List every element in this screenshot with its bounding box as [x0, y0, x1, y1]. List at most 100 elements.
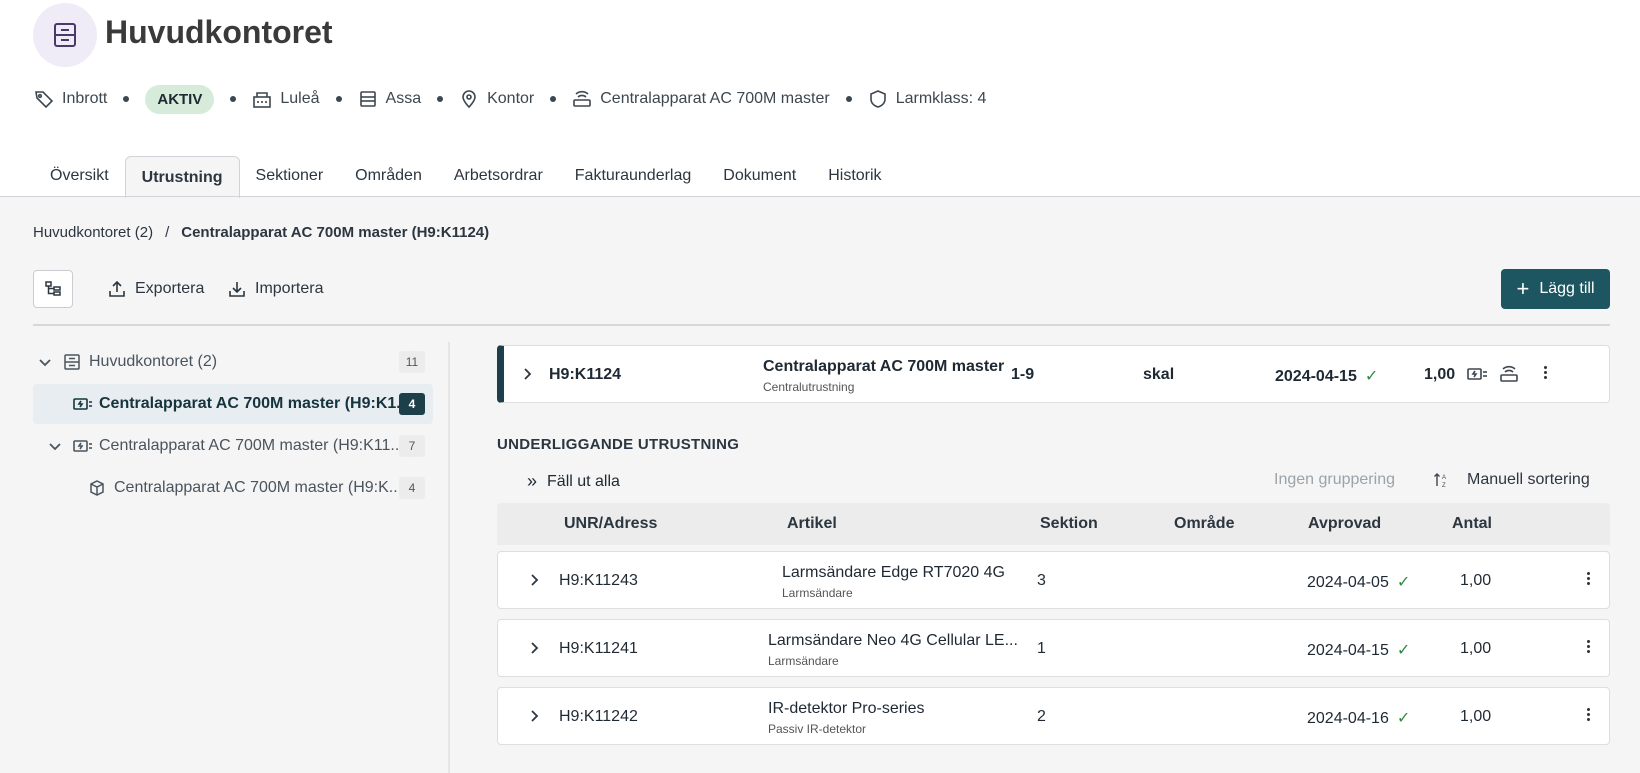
- tree-count: 11: [399, 351, 425, 373]
- tab-historik[interactable]: Historik: [812, 155, 897, 197]
- row-section: 3: [1037, 572, 1046, 589]
- tab-dokument[interactable]: Dokument: [707, 155, 812, 197]
- check-icon: ✓: [1396, 710, 1411, 727]
- column-approved[interactable]: Avprovad: [1308, 515, 1381, 533]
- tree-count: 7: [399, 435, 425, 457]
- column-section[interactable]: Sektion: [1040, 515, 1098, 533]
- status-badge: AKTIV: [145, 84, 215, 114]
- master-section: 1-9: [1011, 366, 1035, 383]
- master-area: skal: [1143, 366, 1175, 383]
- cabinet-icon: [64, 354, 80, 370]
- import-icon: [229, 282, 245, 297]
- chevron-right-icon[interactable]: [527, 573, 541, 587]
- import-button[interactable]: Importera: [227, 279, 323, 299]
- tree-node-site[interactable]: Huvudkontoret (2) 11: [33, 342, 433, 382]
- router-icon: [1500, 365, 1518, 382]
- expand-all-button[interactable]: » Fäll ut alla: [527, 471, 620, 492]
- row-unr: H9:K11243: [559, 572, 638, 589]
- table-header: UNR/Adress Artikel Sektion Område Avprov…: [497, 503, 1610, 545]
- cabinet-icon: [33, 3, 97, 67]
- add-button[interactable]: + Lägg till: [1501, 269, 1610, 309]
- more-menu-icon[interactable]: [1587, 706, 1591, 723]
- tab-arbetsordrar[interactable]: Arbetsordrar: [438, 155, 559, 197]
- chevron-down-icon[interactable]: [37, 354, 53, 370]
- row-unr: H9:K11241: [559, 640, 638, 657]
- server-icon: [359, 91, 376, 107]
- table-row[interactable]: H9:K11242 IR-detektor Pro-series Passiv …: [497, 687, 1610, 745]
- tab-sektioner[interactable]: Sektioner: [240, 155, 340, 197]
- shield-icon: [869, 90, 886, 108]
- chevron-right-icon[interactable]: [527, 641, 541, 655]
- tree-count: 4: [399, 477, 425, 499]
- more-menu-icon[interactable]: [1587, 570, 1591, 587]
- check-icon: ✓: [1396, 642, 1411, 659]
- row-article-type: Larmsändare: [768, 654, 839, 668]
- meta-location-type: Kontor: [459, 89, 534, 109]
- chevron-right-icon[interactable]: [527, 709, 541, 723]
- master-equipment-card[interactable]: H9:K1124 Centralapparat AC 700M master C…: [497, 345, 1610, 403]
- breadcrumb-current: Centralapparat AC 700M master (H9:K1124): [181, 224, 490, 241]
- tree-node-grandchild[interactable]: Centralapparat AC 700M master (H9:K... 4: [33, 468, 433, 508]
- router-icon: [573, 90, 592, 107]
- more-menu-icon[interactable]: [1587, 638, 1591, 655]
- breadcrumb-separator: /: [165, 224, 170, 241]
- sorting-select[interactable]: AZ Manuell sortering: [1433, 471, 1590, 489]
- master-approved: 2024-04-15 ✓: [1275, 368, 1379, 385]
- double-chevron-right-icon: »: [527, 471, 538, 491]
- table-row[interactable]: H9:K11241 Larmsändare Neo 4G Cellular LE…: [497, 619, 1610, 677]
- chevron-down-icon[interactable]: [47, 438, 63, 454]
- export-button[interactable]: Exportera: [107, 279, 204, 299]
- export-icon: [109, 280, 125, 297]
- more-menu-icon[interactable]: [1544, 364, 1548, 381]
- site-header: Huvudkontoret Inbrott AKTIV Luleå Assa K…: [0, 0, 1640, 198]
- master-article: Centralapparat AC 700M master Centralutr…: [763, 358, 1005, 394]
- meta-alarm-class: Larmklass: 4: [868, 89, 986, 109]
- column-article[interactable]: Artikel: [787, 515, 837, 533]
- tab-bar: Översikt Utrustning Sektioner Områden Ar…: [34, 155, 898, 198]
- grouping-select[interactable]: Ingen gruppering: [1274, 471, 1395, 489]
- row-approved: 2024-04-15 ✓: [1307, 642, 1411, 659]
- table-row[interactable]: H9:K11243 Larmsändare Edge RT7020 4G Lar…: [497, 551, 1610, 609]
- tree-node-master-selected[interactable]: Centralapparat AC 700M master (H9:K1... …: [33, 384, 433, 424]
- column-quantity[interactable]: Antal: [1452, 515, 1492, 533]
- row-approved: 2024-04-16 ✓: [1307, 710, 1411, 727]
- check-icon: ✓: [1396, 574, 1411, 591]
- page-title: Huvudkontoret: [105, 14, 333, 50]
- section-title: UNDERLIGGANDE UTRUSTNING: [497, 436, 740, 453]
- row-quantity: 1,00: [1460, 708, 1492, 725]
- row-quantity: 1,00: [1460, 640, 1492, 657]
- meta-city: Luleå: [252, 89, 320, 109]
- power-unit-icon: [73, 440, 92, 452]
- master-quantity: 1,00: [1424, 366, 1456, 383]
- svg-text:Z: Z: [1442, 483, 1446, 489]
- row-article: IR-detektor Pro-series Passiv IR-detekto…: [768, 700, 925, 736]
- sort-icon: AZ: [1434, 473, 1446, 489]
- row-section: 1: [1037, 640, 1046, 657]
- meta-central: Centralapparat AC 700M master: [572, 89, 830, 109]
- master-article-type: Centralutrustning: [763, 380, 855, 394]
- tab-fakturaunderlag[interactable]: Fakturaunderlag: [559, 155, 708, 197]
- cube-icon: [90, 480, 104, 496]
- meta-type: Inbrott: [34, 89, 107, 109]
- tab-oversikt[interactable]: Översikt: [34, 155, 125, 197]
- tab-utrustning[interactable]: Utrustning: [124, 156, 240, 198]
- tag-icon: [35, 91, 54, 109]
- svg-text:A: A: [1442, 475, 1446, 481]
- row-section: 2: [1037, 708, 1046, 725]
- row-article-type: Passiv IR-detektor: [768, 722, 867, 736]
- meta-brand: Assa: [358, 89, 421, 109]
- tree-node-master-child[interactable]: Centralapparat AC 700M master (H9:K11...…: [33, 426, 433, 466]
- row-quantity: 1,00: [1460, 572, 1492, 589]
- column-area[interactable]: Område: [1174, 515, 1234, 533]
- tree-count: 4: [399, 393, 425, 415]
- tab-omraden[interactable]: Områden: [339, 155, 438, 197]
- tree-toggle-button[interactable]: [33, 270, 73, 308]
- column-unr[interactable]: UNR/Adress: [564, 515, 657, 533]
- chevron-right-icon[interactable]: [520, 367, 534, 381]
- tree-icon: [45, 281, 61, 296]
- breadcrumb: Huvudkontoret (2) / Centralapparat AC 70…: [33, 224, 489, 241]
- master-unr: H9:K1124: [549, 366, 622, 383]
- plus-icon: +: [1516, 276, 1530, 301]
- breadcrumb-parent[interactable]: Huvudkontoret (2): [33, 224, 153, 241]
- power-unit-icon: [1467, 368, 1487, 380]
